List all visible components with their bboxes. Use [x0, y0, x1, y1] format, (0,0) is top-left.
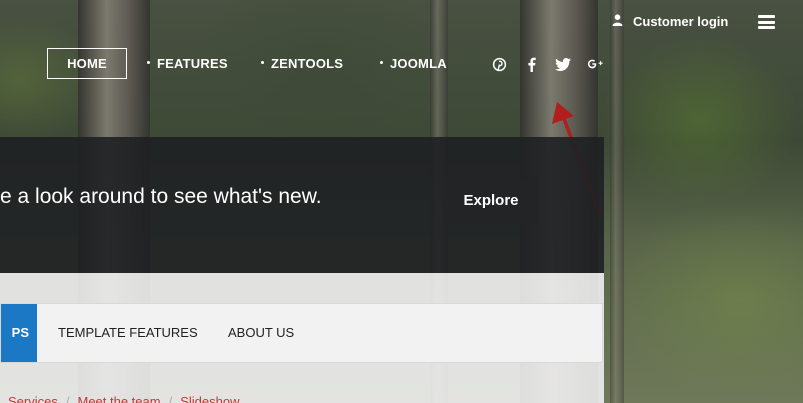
explore-button[interactable]: Explore: [444, 178, 538, 223]
breadcrumb: Services / Meet the team / Slideshow: [8, 394, 239, 403]
nav-item-joomla[interactable]: JOOMLA: [380, 48, 447, 79]
tab-about-us[interactable]: ABOUT US: [228, 304, 294, 362]
nav-item-zentools[interactable]: ZENTOOLS: [261, 48, 343, 79]
breadcrumb-separator: /: [168, 394, 173, 403]
banner-text: e a look around to see what's new.: [0, 185, 322, 208]
google-plus-icon[interactable]: [586, 55, 604, 73]
hamburger-menu-icon[interactable]: [758, 15, 775, 29]
nav-item-label: ZENTOOLS: [271, 56, 344, 71]
nav-item-label: FEATURES: [157, 56, 228, 71]
twitter-icon[interactable]: [554, 55, 572, 73]
link-services[interactable]: Services: [8, 394, 58, 403]
bullet-icon: [261, 61, 264, 65]
user-icon: [612, 14, 623, 29]
bullet-icon: [380, 61, 383, 65]
link-meet-the-team[interactable]: Meet the team: [77, 394, 160, 403]
link-slideshow[interactable]: Slideshow: [180, 394, 239, 403]
tab-template-features[interactable]: TEMPLATE FEATURES: [58, 304, 198, 362]
nav-item-features[interactable]: FEATURES: [147, 48, 228, 79]
bullet-icon: [147, 61, 150, 65]
nav-item-label: JOOMLA: [390, 56, 447, 71]
customer-login-link[interactable]: Customer login: [612, 14, 728, 29]
nav-item-label: HOME: [67, 56, 107, 71]
hero-banner: e a look around to see what's new. Explo…: [0, 137, 604, 273]
content-panel: PS TEMPLATE FEATURES ABOUT US Services /…: [0, 273, 604, 403]
customer-login-label: Customer login: [633, 14, 729, 29]
facebook-icon[interactable]: [522, 55, 540, 73]
breadcrumb-separator: /: [65, 394, 70, 403]
pinterest-icon[interactable]: [490, 55, 508, 73]
tab-bar: PS TEMPLATE FEATURES ABOUT US: [0, 303, 603, 363]
social-links: [490, 55, 604, 73]
nav-item-home[interactable]: HOME: [47, 48, 127, 79]
tab-ps[interactable]: PS: [1, 304, 37, 362]
